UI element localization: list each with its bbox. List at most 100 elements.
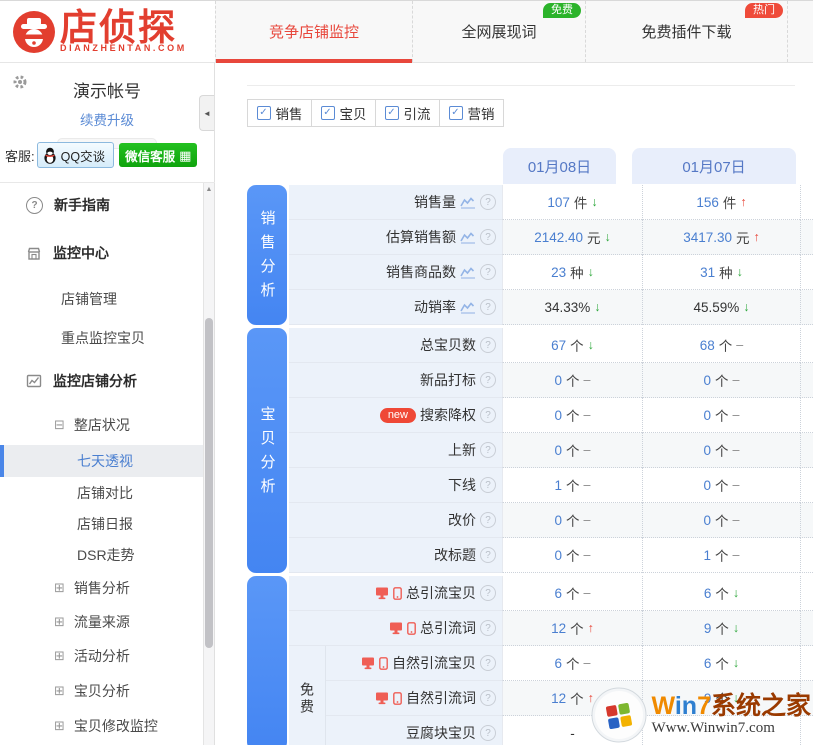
- trend-chart-icon[interactable]: [460, 266, 476, 279]
- row-label-cell: 总引流宝贝 ?: [289, 576, 502, 611]
- help-icon[interactable]: ?: [480, 620, 496, 636]
- sidebar-item-shop-management[interactable]: 店铺管理: [0, 279, 204, 319]
- renew-upgrade-link[interactable]: 续费升级: [0, 109, 214, 129]
- sidebar-item-newbie-guide[interactable]: ? 新手指南: [0, 183, 204, 227]
- table-row: 上新 ? 0个– 0个–: [289, 433, 813, 468]
- wechat-service-button[interactable]: 微信客服 ▦: [119, 143, 197, 167]
- filter-item-button[interactable]: ✓ 宝贝: [311, 99, 376, 127]
- expand-box-icon[interactable]: ⊞: [54, 580, 65, 596]
- scrollbar-thumb[interactable]: [205, 318, 213, 648]
- value-cell: 107件↓: [502, 185, 642, 220]
- row-label-cell: 豆腐块宝贝 ?: [326, 716, 502, 745]
- help-icon[interactable]: ?: [480, 477, 496, 493]
- table-row: 改标题 ? 0个– 1个–: [289, 538, 813, 573]
- help-icon[interactable]: ?: [480, 547, 496, 563]
- filter-sales-button[interactable]: ✓ 销售: [247, 99, 312, 127]
- help-icon[interactable]: ?: [480, 194, 496, 210]
- help-icon[interactable]: ?: [480, 299, 496, 315]
- trend-chart-icon[interactable]: [460, 196, 476, 209]
- tab-competitor-shop-monitor[interactable]: 竞争店铺监控: [215, 1, 412, 62]
- value-cell: 1个–: [642, 538, 800, 573]
- tab-network-display-words[interactable]: 全网展现词 免费: [412, 1, 585, 62]
- brand-logo[interactable]: 店侦探 DIANZHENTAN.COM: [0, 1, 215, 63]
- value-cell: [800, 503, 813, 538]
- trend-arrow-icon: –: [584, 443, 591, 457]
- trend-arrow-icon: –: [733, 478, 740, 492]
- group-sales-analysis: 销售分析 销售量 ? 107件↓ 156件↑ 估算: [247, 185, 813, 325]
- service-label: 客服:: [5, 146, 35, 165]
- sidebar-item-key-monitor-items[interactable]: 重点监控宝贝: [0, 319, 204, 357]
- value-cell: 0个–: [502, 398, 642, 433]
- sidebar-item-shop-daily-report[interactable]: 店铺日报: [0, 509, 204, 539]
- value-cell: 68个–: [642, 328, 800, 363]
- group-traffic-analysis: 总引流宝贝 ? 6个– 6个↓ 总引流词 ?: [247, 576, 813, 745]
- help-icon[interactable]: ?: [480, 229, 496, 245]
- expand-box-icon[interactable]: ⊞: [54, 683, 65, 699]
- table-row: 销售商品数 ? 23种↓ 31种↓: [289, 255, 813, 290]
- trend-arrow-icon: –: [584, 656, 591, 670]
- sidebar-item-whole-shop-status[interactable]: ⊟ 整店状况: [0, 405, 204, 445]
- sidebar-item-traffic-source[interactable]: ⊞ 流量来源: [0, 605, 204, 639]
- sidebar-item-sales-analysis[interactable]: ⊞ 销售分析: [0, 571, 204, 605]
- filter-marketing-button[interactable]: ✓ 营销: [439, 99, 504, 127]
- value-cell: [800, 398, 813, 433]
- scroll-up-icon[interactable]: ▲: [204, 186, 214, 193]
- help-icon[interactable]: ?: [480, 725, 496, 741]
- tab-free-plugin-download[interactable]: 免费插件下载 热门: [585, 1, 788, 62]
- trend-arrow-icon: –: [733, 548, 740, 562]
- line-chart-icon: [26, 373, 42, 389]
- row-label-cell: 动销率 ?: [289, 290, 502, 325]
- row-label-cell: 新品打标 ?: [289, 363, 502, 398]
- table-row: 下线 ? 1个– 0个–: [289, 468, 813, 503]
- sidebar-item-item-modify-monitor[interactable]: ⊞ 宝贝修改监控: [0, 708, 204, 743]
- expand-box-icon[interactable]: ⊞: [54, 614, 65, 630]
- help-icon[interactable]: ?: [480, 512, 496, 528]
- trend-arrow-icon: ↓: [737, 265, 743, 279]
- filter-traffic-button[interactable]: ✓ 引流: [375, 99, 440, 127]
- trend-chart-icon[interactable]: [460, 301, 476, 314]
- help-icon[interactable]: ?: [480, 655, 496, 671]
- new-badge: new: [380, 408, 416, 423]
- sidebar-item-shop-compare[interactable]: 店铺对比: [0, 477, 204, 509]
- help-icon[interactable]: ?: [480, 442, 496, 458]
- gear-icon[interactable]: [12, 74, 28, 90]
- brand-title: 店侦探: [60, 11, 187, 45]
- table-row: new 搜索降权 ? 0个– 0个–: [289, 398, 813, 433]
- row-label-cell: 下线 ?: [289, 468, 502, 503]
- help-icon[interactable]: ?: [480, 372, 496, 388]
- expand-box-icon[interactable]: ⊞: [54, 648, 65, 664]
- metric-filter-group: ✓ 销售 ✓ 宝贝 ✓ 引流 ✓ 营销: [247, 99, 504, 127]
- qq-chat-button[interactable]: QQ交谈: [37, 142, 114, 168]
- qr-code-icon: ▦: [179, 149, 191, 162]
- sidebar-item-monitor-center[interactable]: 监控中心: [0, 227, 204, 279]
- help-icon[interactable]: ?: [480, 264, 496, 280]
- sidebar-scrollbar[interactable]: ▲: [203, 183, 214, 745]
- sidebar-item-item-analysis[interactable]: ⊞ 宝贝分析: [0, 673, 204, 708]
- help-icon[interactable]: ?: [480, 585, 496, 601]
- sidebar-item-monitor-shop-analysis[interactable]: 监控店铺分析: [0, 357, 204, 405]
- value-cell: [800, 646, 813, 681]
- free-subgroup-label: 免费: [289, 646, 326, 745]
- value-cell: 6个↓: [642, 646, 800, 681]
- sidebar-item-seven-day-view[interactable]: 七天透视: [0, 445, 204, 477]
- table-row: 新品打标 ? 0个– 0个–: [289, 363, 813, 398]
- help-icon[interactable]: ?: [480, 407, 496, 423]
- trend-chart-icon[interactable]: [460, 231, 476, 244]
- group-label-bar: [247, 576, 287, 745]
- sidebar-collapse-handle[interactable]: ◄: [199, 95, 214, 131]
- row-label-cell: 总宝贝数 ?: [289, 328, 502, 363]
- value-cell: 45.59%↓: [642, 290, 800, 325]
- main-content: ✓ 销售 ✓ 宝贝 ✓ 引流 ✓ 营销 01月08日 01月07日: [216, 63, 813, 745]
- help-icon[interactable]: ?: [480, 690, 496, 706]
- trend-arrow-icon: ↑: [588, 621, 594, 635]
- help-icon[interactable]: ?: [480, 337, 496, 353]
- trend-arrow-icon: –: [584, 513, 591, 527]
- row-label-cell: 改标题 ?: [289, 538, 502, 573]
- trend-arrow-icon: ↓: [605, 230, 611, 244]
- collapse-box-icon[interactable]: ⊟: [54, 417, 65, 433]
- value-cell: 0个–: [642, 433, 800, 468]
- sidebar-item-activity-analysis[interactable]: ⊞ 活动分析: [0, 639, 204, 673]
- sidebar-item-dsr-trend[interactable]: DSR走势: [0, 539, 204, 571]
- value-cell: [800, 290, 813, 325]
- expand-box-icon[interactable]: ⊞: [54, 718, 65, 734]
